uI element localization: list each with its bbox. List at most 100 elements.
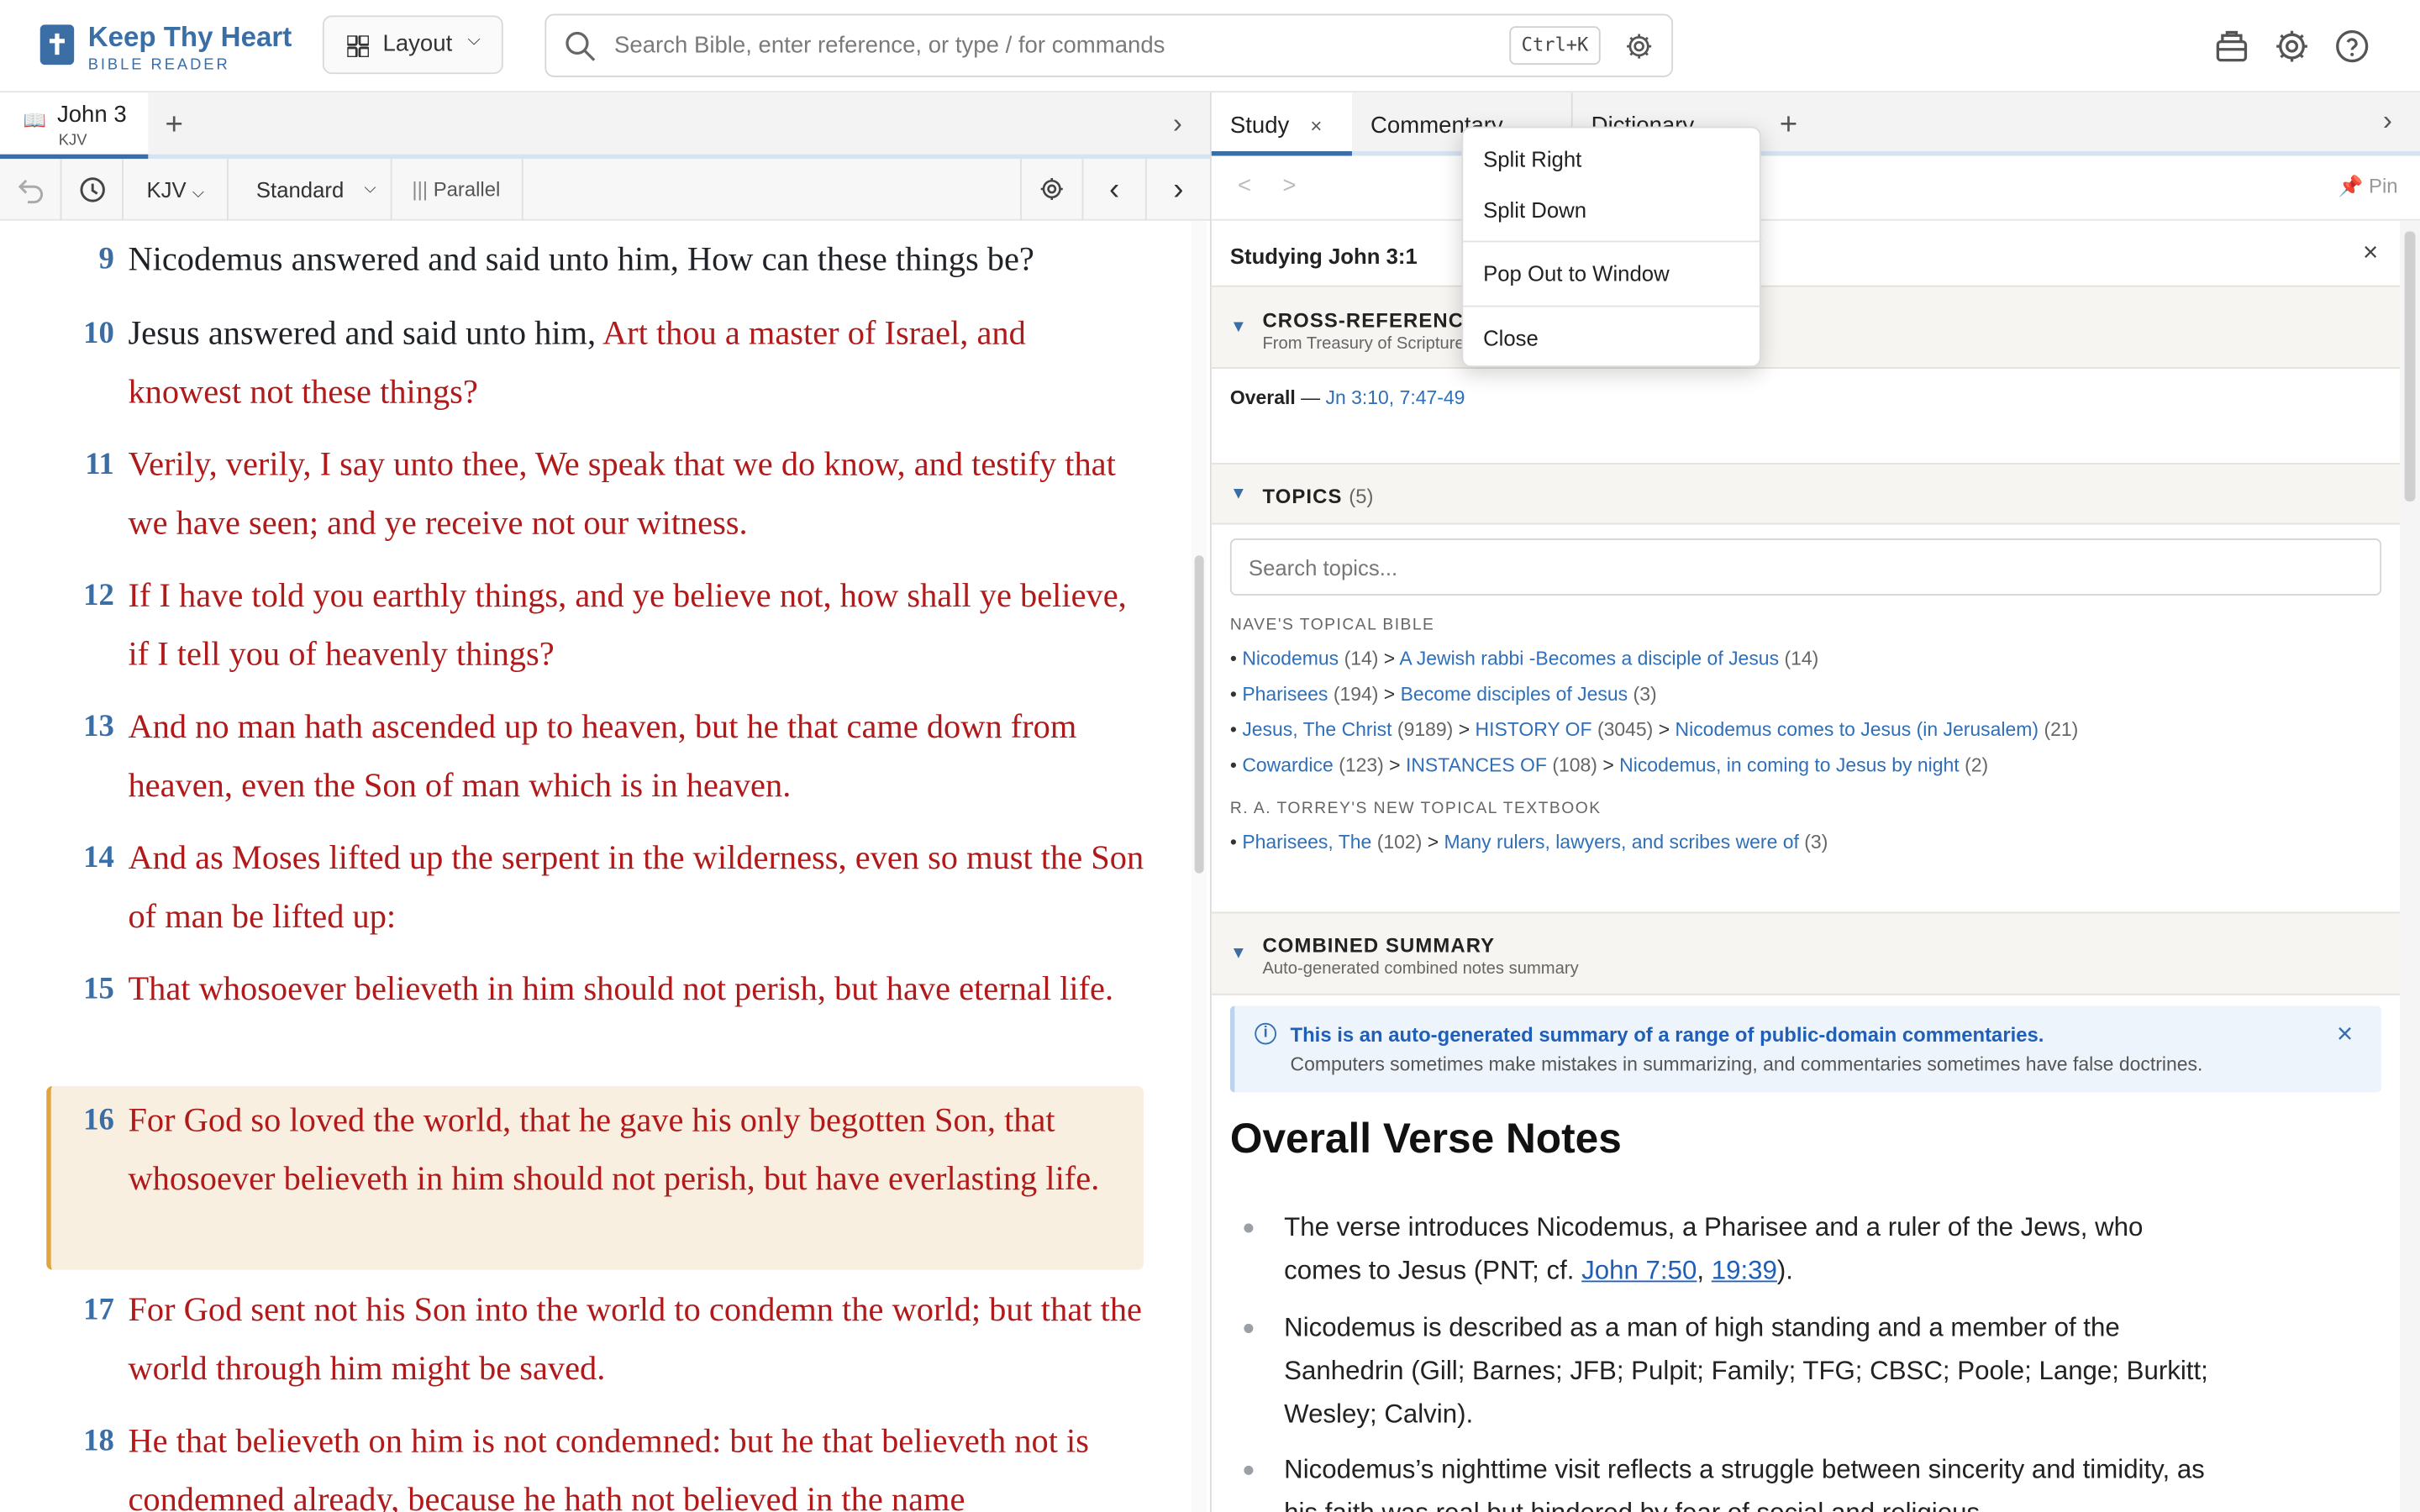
- study-pane: Studying John 3:1 × ▼ CROSS-REFERENCES F…: [1211, 221, 2401, 1512]
- study-scrollbar-thumb[interactable]: [2404, 231, 2416, 501]
- tab-john-3[interactable]: 📖 John 3 KJV: [0, 92, 149, 160]
- topic-link[interactable]: Pharisees, The: [1242, 832, 1371, 853]
- verse[interactable]: 15 That whosoever believeth in him shoul…: [46, 959, 1145, 1077]
- app-name: Keep Thy Heart: [87, 21, 292, 53]
- menu-close[interactable]: Close: [1483, 326, 1539, 350]
- reader-settings-button[interactable]: [1020, 159, 1084, 221]
- verse[interactable]: 11 Verily, verily, I say unto thee, We s…: [46, 435, 1145, 553]
- topic-link[interactable]: Cowardice: [1242, 754, 1333, 776]
- layout-button[interactable]: Layout ⌵: [322, 15, 503, 75]
- verse-number: 13: [83, 709, 114, 744]
- tab-study[interactable]: Study ×: [1211, 92, 1352, 156]
- topic-count: (108): [1552, 754, 1597, 776]
- verse[interactable]: 17 For God sent not his Son into the wor…: [46, 1280, 1145, 1398]
- verse-text-plain: Nicodemus answered and said unto him, Ho…: [128, 239, 1034, 278]
- bullet: [1244, 1323, 1254, 1333]
- pin-button[interactable]: 📌 Pin: [2338, 175, 2398, 199]
- reader-scrollbar-thumb[interactable]: [1194, 555, 1204, 874]
- verse[interactable]: 18 He that believeth on him is not conde…: [46, 1412, 1145, 1512]
- chevron-left-icon: ‹: [1108, 172, 1120, 207]
- mode-select[interactable]: Standard ⌵: [229, 159, 392, 221]
- topic-link[interactable]: Jesus, The Christ: [1242, 719, 1392, 741]
- verse[interactable]: 9 Nicodemus answered and said unto him, …: [46, 230, 1145, 291]
- tab-study-label: Study: [1229, 113, 1290, 139]
- add-tab-icon[interactable]: +: [166, 108, 183, 144]
- crossref-link[interactable]: Jn 3:10, 7:47-49: [1325, 387, 1465, 409]
- verse-number: 11: [85, 447, 114, 482]
- chevron-right-icon[interactable]: ›: [1173, 108, 1182, 141]
- verse-number: 10: [83, 316, 114, 350]
- topics-title: TOPICS: [1262, 484, 1343, 508]
- topic-search-input[interactable]: Search topics...: [1229, 538, 2382, 596]
- chevron-down-icon: ⌵: [467, 30, 481, 50]
- topic-link[interactable]: Nicodemus, in coming to Jesus by night: [1619, 754, 1960, 776]
- parallel-button[interactable]: ||| Parallel: [392, 159, 523, 221]
- settings-gear-icon[interactable]: [2274, 28, 2311, 65]
- close-study-icon[interactable]: ×: [2363, 238, 2378, 269]
- next-chapter-button[interactable]: ›: [1147, 159, 1210, 220]
- topic-item: • Pharisees (194) > Become disciples of …: [1229, 683, 1657, 706]
- version-select[interactable]: KJV ⌵: [124, 159, 229, 221]
- topic-link[interactable]: Pharisees: [1242, 684, 1328, 706]
- topic-count: (3045): [1597, 718, 1654, 741]
- topics-header[interactable]: ▼ TOPICS (5): [1211, 463, 2401, 525]
- note-text-end: ).: [1776, 1256, 1793, 1285]
- shortcut-badge: Ctrl+K: [1509, 26, 1601, 66]
- topic-count: (3): [1804, 832, 1828, 853]
- bullet: [1244, 1465, 1254, 1475]
- topic-link[interactable]: INSTANCES OF: [1406, 754, 1547, 776]
- section-title: CROSS-REFERENCES: [1262, 308, 1493, 332]
- menu-pop-out[interactable]: Pop Out to Window: [1483, 260, 1670, 285]
- topic-count: (3): [1633, 683, 1657, 706]
- verse-text-plain: Jesus answered and said unto him,: [128, 312, 597, 352]
- topic-link[interactable]: Nicodemus comes to Jesus (in Jerusalem): [1676, 719, 2039, 741]
- topic-link[interactable]: HISTORY OF: [1475, 719, 1591, 741]
- library-icon[interactable]: [2213, 28, 2250, 65]
- words-of-christ: For God so loved the world, that he gave…: [128, 1100, 1100, 1198]
- clock-icon: [79, 177, 104, 202]
- topic-link[interactable]: A Jewish rabbi -Becomes a disciple of Je…: [1399, 648, 1779, 669]
- reader-pane: 9 Nicodemus answered and said unto him, …: [0, 220, 1189, 1512]
- dismiss-notice-icon[interactable]: ×: [2337, 1018, 2353, 1051]
- parallel-label: Parallel: [433, 177, 501, 201]
- history-button[interactable]: [61, 159, 124, 221]
- crossrefs-header[interactable]: ▼ CROSS-REFERENCES From Treasury of Scri…: [1211, 285, 2401, 369]
- topic-item: • Cowardice (123) > INSTANCES OF (108) >…: [1229, 754, 1989, 776]
- summary-header[interactable]: ▼ COMBINED SUMMARY Auto-generated combin…: [1211, 911, 2401, 995]
- overall-label: Overall: [1229, 387, 1296, 409]
- menu-split-right[interactable]: Split Right: [1483, 146, 1581, 171]
- chevron-right-icon[interactable]: ›: [2383, 105, 2392, 138]
- verse[interactable]: 13 And no man hath ascended up to heaven…: [46, 697, 1145, 815]
- verse-number: 9: [98, 242, 114, 276]
- topic-link[interactable]: Many rulers, lawyers, and scribes were o…: [1444, 832, 1799, 853]
- back-icon[interactable]: <: [1238, 173, 1251, 199]
- verse-highlighted[interactable]: 16 For God so loved the world, that he g…: [46, 1086, 1144, 1270]
- help-icon[interactable]: [2333, 28, 2370, 65]
- note-item: The verse introduces Nicodemus, a Pharis…: [1284, 1206, 2210, 1293]
- verse-text: Nicodemus answered and said unto him, Ho…: [128, 230, 1146, 289]
- verse[interactable]: 10 Jesus answered and said unto him, Art…: [46, 304, 1145, 422]
- search-icon: [566, 31, 596, 61]
- verse-number: 15: [83, 972, 114, 1006]
- section-subtitle: From Treasury of Scripture: [1262, 334, 1465, 354]
- scripture-link[interactable]: 19:39: [1712, 1256, 1777, 1285]
- verse[interactable]: 14 And as Moses lifted up the serpent in…: [46, 828, 1145, 946]
- search-bar[interactable]: Search Bible, enter reference, or type /…: [544, 13, 1674, 77]
- section-title: COMBINED SUMMARY: [1262, 933, 1496, 957]
- menu-split-down[interactable]: Split Down: [1483, 197, 1586, 222]
- close-icon[interactable]: ×: [1310, 114, 1322, 138]
- parallel-icon: |||: [412, 177, 429, 201]
- search-settings-icon[interactable]: [1623, 31, 1655, 62]
- add-tab-icon[interactable]: +: [1780, 108, 1797, 144]
- verse[interactable]: 12 If I have told you earthly things, an…: [46, 566, 1145, 684]
- bullet: [1244, 1223, 1254, 1233]
- study-nav-bar: < > 📌 Pin: [1211, 155, 2420, 221]
- topic-link[interactable]: Become disciples of Jesus: [1401, 684, 1628, 706]
- topic-link[interactable]: Nicodemus: [1242, 648, 1339, 669]
- version-label: KJV: [146, 177, 187, 202]
- scripture-link[interactable]: John 7:50: [1581, 1256, 1697, 1285]
- prev-chapter-button[interactable]: ‹: [1083, 159, 1147, 221]
- forward-icon[interactable]: >: [1282, 173, 1296, 199]
- topic-search-placeholder: Search topics...: [1248, 555, 1398, 580]
- undo-button[interactable]: [0, 159, 62, 221]
